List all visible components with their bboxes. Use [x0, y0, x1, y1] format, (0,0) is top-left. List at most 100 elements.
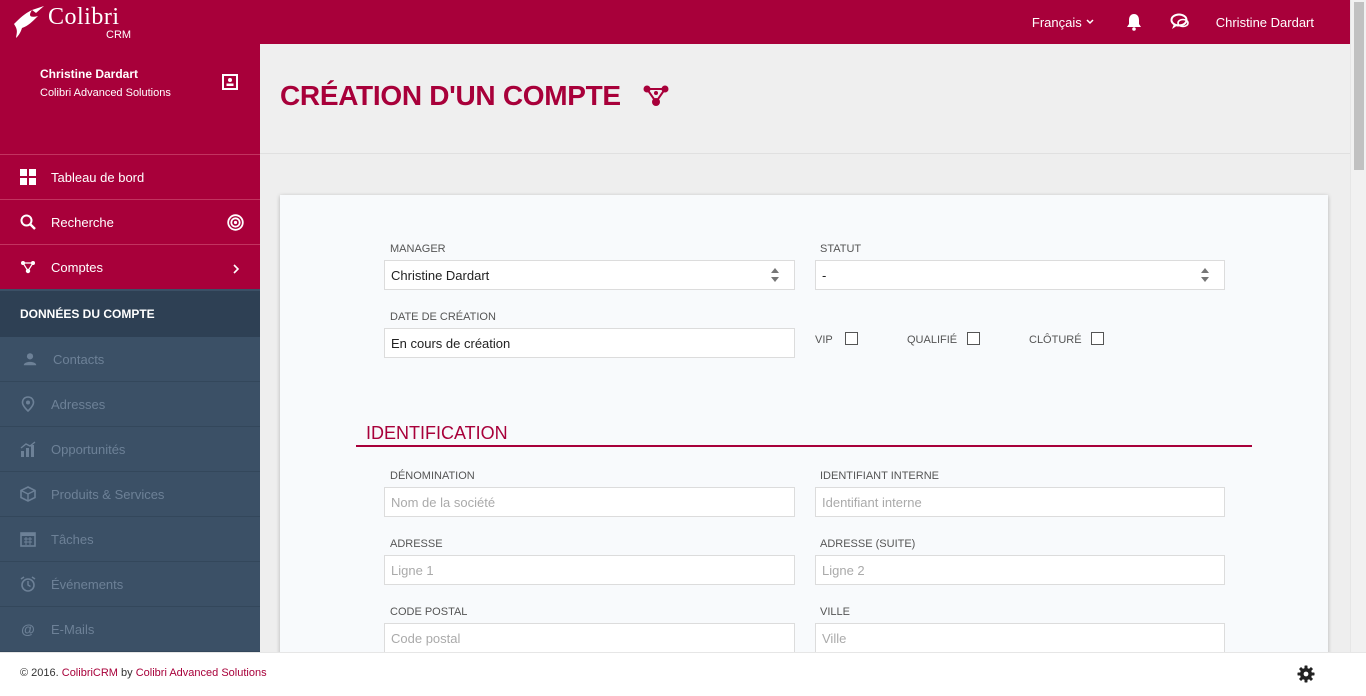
internal-id-input[interactable]: Identifiant interne	[815, 487, 1225, 517]
internal-id-placeholder: Identifiant interne	[822, 494, 922, 510]
page-scrollbar[interactable]	[1350, 0, 1366, 652]
main-content: CRÉATION D'UN COMPTE MANAGER Christine D…	[260, 44, 1350, 652]
calendar-icon	[20, 531, 36, 547]
cloture-label: CLÔTURÉ	[1029, 334, 1082, 346]
statut-select[interactable]: -	[815, 260, 1225, 290]
copyright-by: by	[117, 667, 136, 679]
section-divider	[356, 445, 1252, 447]
chart-icon	[20, 441, 36, 457]
denomination-input[interactable]: Nom de la société	[384, 487, 795, 517]
account-data-nav: Contacts Adresses Opportunités Produits …	[0, 337, 260, 652]
address-line1-placeholder: Ligne 1	[391, 562, 434, 578]
profile-company: Colibri Advanced Solutions	[40, 87, 171, 99]
internal-id-label: IDENTIFIANT INTERNE	[820, 470, 939, 482]
postal-code-placeholder: Code postal	[391, 630, 461, 646]
sidebar-item-label: Tableau de bord	[51, 169, 145, 185]
sidebar-item-addresses[interactable]: Adresses	[0, 382, 260, 427]
sidebar-item-label: Contacts	[53, 351, 105, 367]
city-placeholder: Ville	[822, 630, 847, 646]
contacts-icon	[22, 351, 38, 367]
sidebar-item-opportunities[interactable]: Opportunités	[0, 427, 260, 472]
sidebar-item-tasks[interactable]: Tâches	[0, 517, 260, 562]
identification-section-title: IDENTIFICATION	[366, 423, 508, 443]
sidebar-item-label: E-Mails	[51, 621, 95, 637]
hummingbird-icon	[14, 6, 44, 38]
sidebar-item-label: Comptes	[51, 259, 104, 275]
cloture-checkbox[interactable]	[1091, 332, 1104, 345]
denomination-label: DÉNOMINATION	[390, 470, 475, 482]
user-profile-panel: Christine Dardart Colibri Advanced Solut…	[0, 44, 260, 154]
page-header: CRÉATION D'UN COMPTE	[260, 44, 1350, 154]
accounts-icon	[642, 84, 670, 113]
target-icon[interactable]	[227, 214, 244, 236]
postal-code-label: CODE POSTAL	[390, 606, 468, 618]
sidebar-item-search[interactable]: Recherche	[0, 199, 260, 244]
city-input[interactable]: Ville	[815, 623, 1225, 652]
chevron-down-icon	[1086, 17, 1094, 27]
postal-code-input[interactable]: Code postal	[384, 623, 795, 652]
manager-value: Christine Dardart	[391, 267, 490, 283]
brand-name: Colibri	[48, 4, 120, 30]
profile-name: Christine Dardart	[40, 67, 139, 81]
creation-date-field[interactable]: En cours de création	[384, 328, 795, 358]
at-icon: @	[21, 621, 35, 637]
address-line1-input[interactable]: Ligne 1	[384, 555, 795, 585]
location-icon	[20, 396, 36, 412]
manager-select[interactable]: Christine Dardart	[384, 260, 795, 290]
copyright-prefix: © 2016.	[20, 667, 62, 679]
city-label: VILLE	[820, 606, 850, 618]
manager-label: MANAGER	[390, 243, 446, 255]
accounts-icon	[20, 259, 36, 275]
brand-subtitle: CRM	[106, 29, 132, 41]
sidebar-item-products-services[interactable]: Produits & Services	[0, 472, 260, 517]
product-link[interactable]: ColibriCRM	[62, 667, 118, 679]
address-label: ADRESSE	[390, 538, 443, 550]
creation-date-label: DATE DE CRÉATION	[390, 311, 496, 323]
sidebar-item-emails[interactable]: @ E-Mails	[0, 607, 260, 652]
sidebar-item-label: Événements	[51, 576, 124, 592]
sidebar-item-label: Opportunités	[51, 441, 126, 457]
vip-checkbox[interactable]	[845, 332, 858, 345]
dashboard-icon	[20, 169, 36, 185]
page-title: CRÉATION D'UN COMPTE	[280, 80, 621, 111]
language-selector[interactable]: Français	[1032, 15, 1094, 30]
chat-icon[interactable]	[1170, 12, 1190, 32]
bell-icon[interactable]	[1124, 12, 1144, 32]
company-link[interactable]: Colibri Advanced Solutions	[136, 667, 267, 679]
select-arrows-icon	[771, 268, 779, 282]
chevron-right-icon	[233, 261, 240, 279]
search-icon	[20, 214, 36, 230]
box-icon	[20, 486, 36, 502]
creation-date-value: En cours de création	[391, 335, 511, 351]
app-logo[interactable]: Colibri CRM	[10, 2, 140, 42]
sidebar-item-label: Tâches	[51, 531, 94, 547]
sidebar-item-label: Adresses	[51, 396, 106, 412]
sidebar-item-events[interactable]: Événements	[0, 562, 260, 607]
denomination-placeholder: Nom de la société	[391, 494, 496, 510]
sidebar-item-dashboard[interactable]: Tableau de bord	[0, 154, 260, 199]
contact-card-icon[interactable]	[222, 74, 238, 95]
address-suite-label: ADRESSE (SUITE)	[820, 538, 916, 550]
statut-label: STATUT	[820, 243, 862, 255]
account-data-section-header: DONNÉES DU COMPTE	[0, 291, 260, 337]
sidebar: Christine Dardart Colibri Advanced Solut…	[0, 44, 260, 652]
sidebar-item-contacts[interactable]: Contacts	[0, 337, 260, 382]
qualifie-checkbox[interactable]	[967, 332, 980, 345]
address-line2-input[interactable]: Ligne 2	[815, 555, 1225, 585]
alarm-icon	[20, 576, 36, 592]
top-actions: Français Christine Dardart	[1032, 0, 1350, 44]
scrollbar-thumb[interactable]	[1354, 2, 1364, 170]
address-line2-placeholder: Ligne 2	[822, 562, 865, 578]
copyright: © 2016. ColibriCRM by Colibri Advanced S…	[20, 667, 267, 679]
current-user-menu[interactable]: Christine Dardart	[1216, 15, 1314, 30]
vip-label: VIP	[815, 334, 833, 346]
top-bar: Colibri CRM Français Christine Dardart	[0, 0, 1350, 44]
gear-icon[interactable]	[1297, 665, 1315, 688]
sidebar-item-label: Recherche	[51, 214, 114, 230]
qualifie-label: QUALIFIÉ	[907, 334, 958, 346]
sidebar-item-label: Produits & Services	[51, 486, 165, 502]
sidebar-item-accounts[interactable]: Comptes	[0, 244, 260, 289]
footer: © 2016. ColibriCRM by Colibri Advanced S…	[0, 652, 1366, 696]
language-label: Français	[1031, 14, 1082, 30]
statut-value: -	[822, 267, 827, 283]
